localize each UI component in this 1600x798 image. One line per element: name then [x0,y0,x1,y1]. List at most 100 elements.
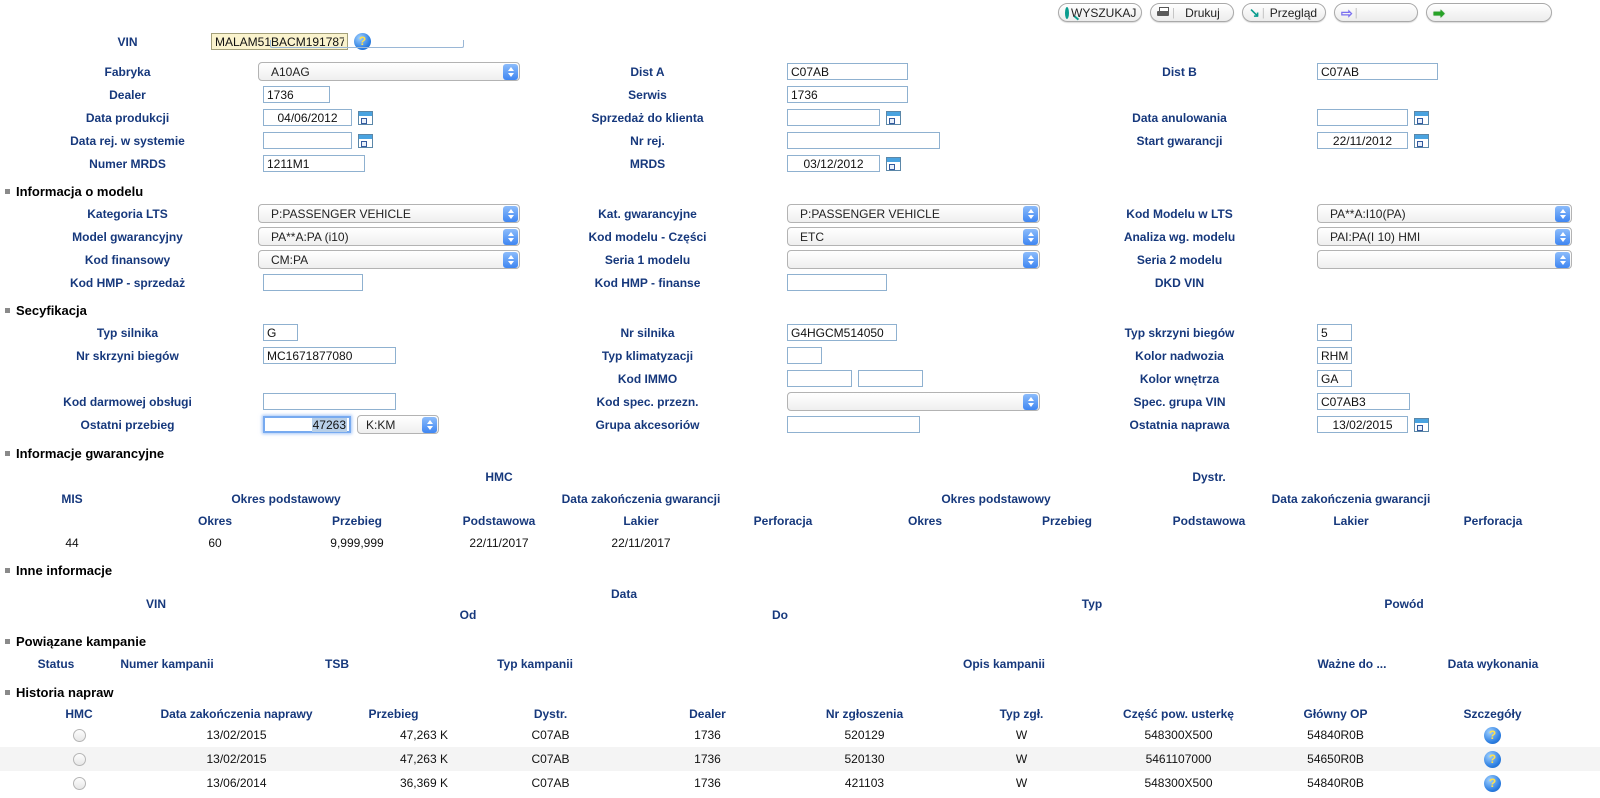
history-main-op: 54650R0B [1257,752,1414,766]
data-rej-w-systemie-input[interactable] [263,132,352,149]
dist-b-input[interactable] [1317,63,1438,80]
calendar-icon[interactable] [1414,111,1429,125]
history-failed-part: 548300X500 [1100,728,1257,742]
numer-mrds-label: Numer MRDS [89,157,166,171]
model-gwarancyjny-select[interactable]: PA**A:PA (i10) [258,227,520,246]
serwis-input[interactable] [787,86,908,103]
campaign-status-header: Status [38,657,75,671]
serwis-label: Serwis [628,88,667,102]
warranty-okres-header: Okres [854,514,996,528]
kolor-nadwozia-input[interactable] [1317,347,1352,364]
ostatni-przebieg-input[interactable]: 47263 [263,416,351,433]
kod-modelu-czesci-select[interactable]: ETC [787,227,1040,246]
section-campaigns: Powiązane kampanie [0,630,1600,652]
kat-gwarancyjne-select[interactable]: P:PASSENGER VEHICLE [787,204,1040,223]
history-details-help-icon[interactable] [1484,775,1501,792]
data-anulowania-input[interactable] [1317,109,1408,126]
history-details-help-icon[interactable] [1484,727,1501,744]
analiza-wg-modelu-label: Analiza wg. modelu [1124,230,1235,244]
data-anulowania-label: Data anulowania [1132,111,1227,125]
seria-2-modelu-select[interactable] [1317,250,1572,269]
form-row: Dealer Serwis [0,83,1600,106]
przebieg-unit-select-value: K:KM [366,418,395,432]
select-stepper-icon [1555,206,1570,222]
warranty-data-row: 44 60 9,999,999 22/11/2017 22/11/2017 [0,532,1600,554]
calendar-icon[interactable] [886,111,901,125]
form-row: Fabryka A10AG Dist A Dist B [0,60,1600,83]
select-stepper-icon [1023,206,1038,222]
campaign-description-header: Opis kampanii [963,657,1045,671]
kod-hmp-finanse-input[interactable] [787,274,887,291]
section-repair-history-title: Historia napraw [16,685,114,700]
warranty-hmc-group-header: HMC [144,470,854,484]
history-dystr: C07AB [472,752,629,766]
kod-hmp-sprzedaz-input[interactable] [263,274,363,291]
kod-darmowej-obslugi-input[interactable] [263,393,396,410]
kolor-wnetrza-input[interactable] [1317,370,1352,387]
dist-b-label: Dist B [1162,65,1197,79]
analiza-wg-modelu-select[interactable]: PAI:PA(I 10) HMI [1317,227,1572,246]
history-details-help-icon[interactable] [1484,751,1501,768]
seria-1-modelu-label: Seria 1 modelu [605,253,690,267]
other-typ-header: Typ [1082,597,1102,611]
kod-modelu-w-lts-select[interactable]: PA**A:I10(PA) [1317,204,1572,223]
dealer-input[interactable] [263,86,330,103]
typ-skrzyni-biegow-label: Typ skrzyni biegów [1125,326,1235,340]
calendar-icon[interactable] [358,134,373,148]
warranty-group-header-row: HMC Dystr. [0,466,1600,488]
numer-mrds-input[interactable] [263,155,365,172]
spec-grupa-vin-input[interactable] [1317,393,1410,410]
history-date-header: Data zakończenia naprawy [158,707,315,721]
grupa-akcesoriow-input[interactable] [787,416,920,433]
kolor-wnetrza-label: Kolor wnętrza [1140,372,1219,386]
history-row-radio[interactable] [73,729,86,742]
seria-1-modelu-select[interactable] [787,250,1040,269]
form-row: Ostatni przebieg 47263 K:KM Grupa akceso… [0,413,1600,436]
kategoria-lts-label: Kategoria LTS [87,207,167,221]
kod-spec-przezn-select[interactable] [787,392,1040,411]
kategoria-lts-select[interactable]: P:PASSENGER VEHICLE [258,204,520,223]
history-row-radio[interactable] [73,777,86,790]
typ-skrzyni-biegow-input[interactable] [1317,324,1352,341]
fabryka-select[interactable]: A10AG [258,62,520,81]
section-warranty-info-title: Informacje gwarancyjne [16,446,164,461]
kod-spec-przezn-label: Kod spec. przezn. [596,395,698,409]
campaign-number-header: Numer kampanii [120,657,213,671]
section-model-info-title: Informacja o modelu [16,184,143,199]
nr-skrzyni-biegow-input[interactable] [263,347,396,364]
kod-immo-input-2[interactable] [858,370,923,387]
warranty-okres-podstawowy-header: Okres podstawowy [144,492,428,506]
mrds-input[interactable] [787,155,880,172]
form-row: Kod IMMO Kolor wnętrza [0,367,1600,390]
przebieg-unit-select[interactable]: K:KM [357,415,439,434]
history-header-row: HMC Data zakończenia naprawy Przebieg Dy… [0,705,1600,723]
sprzedaz-do-klienta-input[interactable] [787,109,880,126]
typ-klimatyzacji-input[interactable] [787,347,822,364]
calendar-icon[interactable] [1414,418,1429,432]
nr-silnika-input[interactable] [787,324,897,341]
warranty-lakier-header: Lakier [1280,514,1422,528]
history-row-radio[interactable] [73,753,86,766]
sprzedaz-do-klienta-label: Sprzedaż do klienta [591,111,703,125]
kod-immo-input-1[interactable] [787,370,852,387]
nr-rej-label: Nr rej. [630,134,665,148]
calendar-icon[interactable] [1414,134,1429,148]
form-row: Kategoria LTS P:PASSENGER VEHICLE Kat. g… [0,202,1600,225]
ostatnia-naprawa-input[interactable] [1317,416,1408,433]
history-claim-no: 520130 [786,752,943,766]
calendar-icon[interactable] [886,157,901,171]
start-gwarancji-input[interactable] [1317,132,1408,149]
calendar-icon[interactable] [358,111,373,125]
other-od-header: Od [460,608,477,622]
typ-silnika-label: Typ silnika [97,326,158,340]
data-produkcji-input[interactable] [263,109,352,126]
kod-finansowy-select[interactable]: CM:PA [258,250,520,269]
section-specification: Secyfikacja [0,299,1600,321]
dist-a-input[interactable] [787,63,908,80]
nr-rej-input[interactable] [787,132,940,149]
history-claim-type-header: Typ zgł. [943,707,1100,721]
history-row: 13/02/2015 47,263 K C07AB 1736 520129 W … [0,723,1600,747]
seria-2-modelu-label: Seria 2 modelu [1137,253,1222,267]
typ-silnika-input[interactable] [263,324,298,341]
warranty-perforacja-header: Perforacja [1422,514,1564,528]
